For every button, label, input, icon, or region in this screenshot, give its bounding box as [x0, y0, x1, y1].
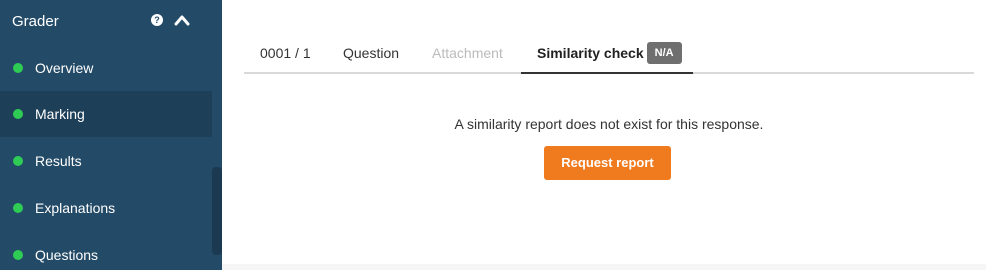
status-dot [13, 203, 23, 213]
sidebar-item-results[interactable]: Results [0, 138, 212, 184]
sidebar: Grader ? Overview Marking Results Explan… [0, 0, 222, 270]
tab-similarity-check[interactable]: Similarity check N/A [521, 34, 693, 74]
sidebar-scrollbar[interactable] [212, 167, 222, 255]
chevron-up-icon[interactable] [174, 14, 190, 26]
sidebar-item-label: Explanations [35, 200, 116, 216]
status-dot [13, 109, 23, 119]
tab-label: Similarity check [537, 45, 644, 61]
sidebar-item-label: Results [35, 153, 82, 169]
status-dot [13, 63, 23, 73]
sidebar-header[interactable]: Grader ? [0, 0, 222, 44]
status-dot [13, 156, 23, 166]
sidebar-item-marking[interactable]: Marking [0, 91, 212, 137]
request-report-button[interactable]: Request report [544, 146, 671, 180]
tab-question[interactable]: Question [343, 34, 399, 74]
status-dot [13, 250, 23, 260]
footer-divider [222, 264, 986, 270]
sidebar-item-questions[interactable]: Questions [0, 232, 212, 270]
tab-response-number[interactable]: 0001 / 1 [260, 34, 311, 74]
tab-attachment: Attachment [432, 45, 503, 61]
sidebar-item-label: Overview [35, 60, 94, 76]
sidebar-item-label: Questions [35, 247, 99, 263]
empty-state-message: A similarity report does not exist for t… [454, 116, 764, 132]
status-badge: N/A [646, 42, 682, 65]
sidebar-item-explanations[interactable]: Explanations [0, 185, 212, 231]
sidebar-item-overview[interactable]: Overview [0, 45, 212, 91]
tab-bar: 0001 / 1 Question Attachment Similarity … [244, 34, 974, 74]
question-circle-icon[interactable]: ? [151, 14, 163, 26]
sidebar-title: Grader [12, 13, 59, 30]
sidebar-item-label: Marking [35, 106, 85, 122]
